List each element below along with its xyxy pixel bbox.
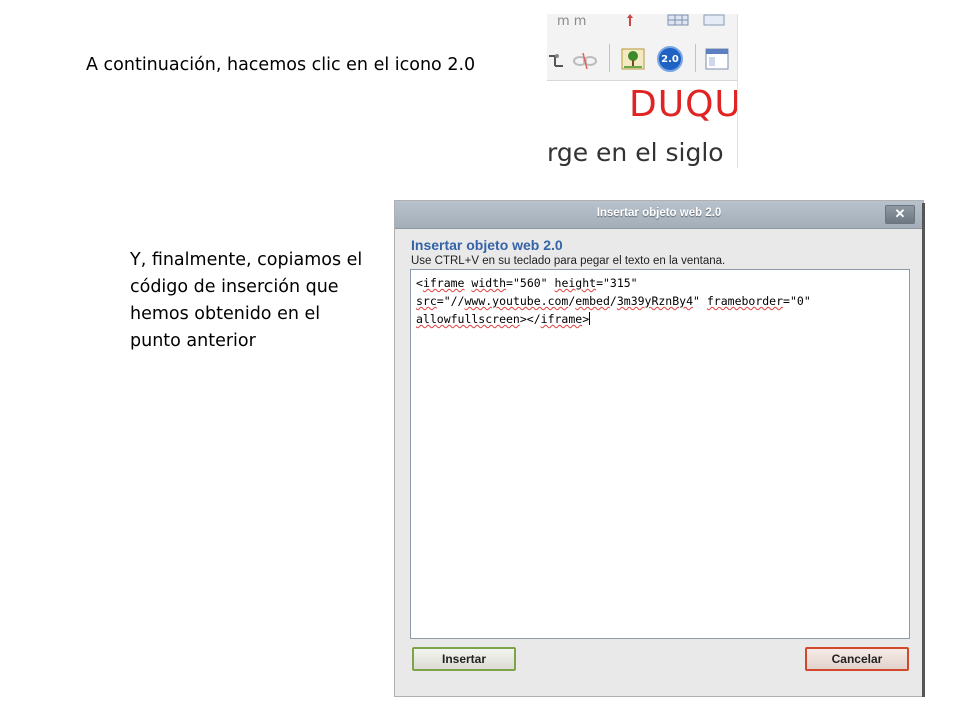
dialog-heading: Insertar objeto web 2.0 — [411, 237, 563, 253]
cancel-button[interactable]: Cancelar — [805, 647, 909, 671]
table-icon — [667, 14, 689, 26]
image-icon[interactable] — [621, 46, 645, 72]
code-line-2: src="//www.youtube.com/embed/3m39yRznBy4… — [416, 294, 811, 308]
code-line-3: allowfullscreen></iframe> — [416, 312, 591, 326]
link-icon[interactable] — [547, 50, 565, 72]
dialog-shadow — [922, 203, 925, 697]
embed-code-textarea[interactable]: <iframe width="560" height="315" src="//… — [410, 269, 910, 639]
editor-toolbar: m m 2.0 — [547, 14, 737, 81]
template-icon[interactable] — [705, 46, 729, 72]
dialog-instruction: Use CTRL+V en su teclado para pegar el t… — [411, 255, 726, 267]
toolbar-separator — [695, 44, 696, 72]
dialog-title: Insertar objeto web 2.0 — [596, 207, 722, 219]
toolbar-separator — [609, 44, 610, 72]
pin-icon — [625, 14, 635, 26]
insert-button[interactable]: Insertar — [412, 647, 516, 671]
layout-icon — [703, 14, 725, 26]
unlink-icon[interactable] — [571, 50, 599, 72]
close-button[interactable]: ✕ — [885, 205, 915, 224]
document-title: DUQU — [629, 84, 742, 125]
code-line-1: <iframe width="560" height="315" — [416, 276, 638, 290]
web20-badge[interactable]: 2.0 — [657, 46, 683, 72]
screenshot-edge — [737, 14, 745, 168]
editor-toolbar-screenshot: m m 2.0 DUQU rge en el siglo — [547, 14, 745, 168]
step1-caption: A continuación, hacemos clic en el icono… — [86, 55, 476, 75]
toolbar-top-icons: m m — [557, 14, 587, 29]
text-caret — [589, 312, 591, 325]
insert-web-object-dialog: Insertar objeto web 2.0 ✕ Insertar objet… — [394, 200, 924, 697]
dialog-titlebar[interactable]: Insertar objeto web 2.0 ✕ — [395, 201, 923, 229]
document-text: rge en el siglo — [547, 138, 724, 167]
step2-caption: Y, finalmente, copiamos el código de ins… — [130, 250, 363, 351]
web20-icon[interactable]: 2.0 — [655, 44, 685, 74]
